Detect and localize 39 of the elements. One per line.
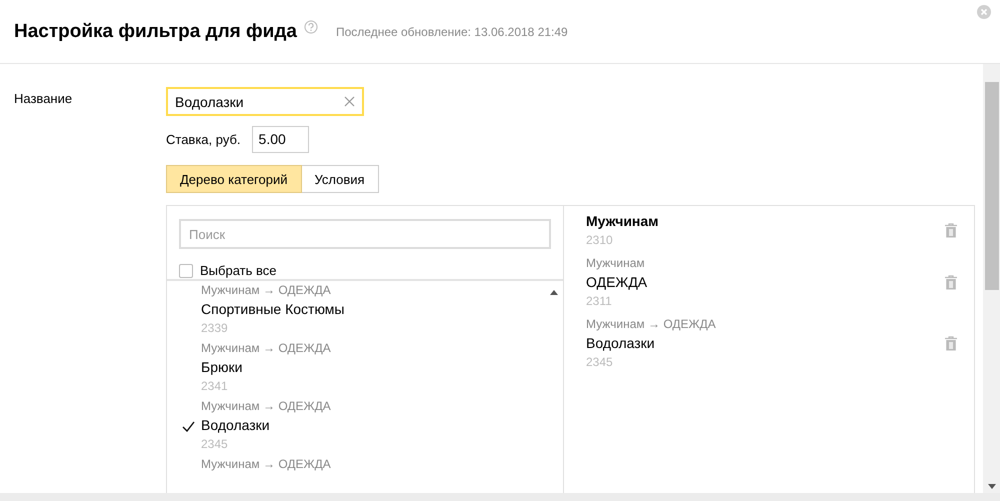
checkbox-label: Выбрать все — [200, 263, 276, 278]
close-icon[interactable] — [977, 5, 991, 19]
category-name[interactable]: Водолазки — [201, 415, 331, 435]
scroll-up-icon[interactable] — [550, 290, 558, 295]
category-path: Мужчинам — [586, 255, 646, 272]
category-name[interactable]: Брюки — [201, 357, 331, 377]
category-path: Мужчинам → ОДЕЖДА — [201, 282, 332, 299]
category-path: Мужчинам → ОДЕЖДА — [201, 456, 331, 473]
tab[interactable]: Дерево категорий — [166, 165, 302, 193]
clear-icon[interactable] — [344, 96, 355, 107]
checkbox[interactable] — [179, 264, 193, 278]
category-path: Мужчинам → ОДЕЖДА — [586, 316, 716, 333]
check-icon[interactable] — [182, 421, 195, 432]
category-id: 2345 — [201, 436, 229, 453]
category-path: Мужчинам → ОДЕЖДА — [201, 398, 331, 415]
category-path: Мужчинам → ОДЕЖДА — [201, 340, 331, 357]
category-name: Водолазки — [586, 334, 656, 353]
name-input-field[interactable]: Водолазки — [166, 87, 364, 116]
category-name: ОДЕЖДА — [586, 273, 648, 292]
scroll-down-icon[interactable] — [988, 484, 996, 489]
trash-icon[interactable] — [945, 336, 957, 350]
dialog-title: Настройка фильтра для фида — [14, 20, 297, 42]
category-id: 2311 — [586, 293, 613, 310]
rate-label: Ставка, руб. — [166, 132, 241, 147]
scrollbar-thumb[interactable] — [984, 82, 998, 290]
category-name: Мужчинам — [586, 212, 659, 231]
help-icon[interactable] — [304, 20, 318, 34]
category-id: 2339 — [201, 320, 229, 337]
category-name[interactable]: Спортивные Костюмы — [201, 299, 344, 319]
field-label: Название — [13, 90, 74, 108]
scrollbar[interactable] — [983, 64, 1000, 493]
category-id: 2341 — [201, 378, 229, 395]
category-id: 2310 — [586, 232, 614, 249]
last-updated-text: Последнее обновление: 13.06.2018 21:49 — [336, 24, 568, 38]
tab[interactable]: Условия — [302, 165, 379, 193]
category-id: 2345 — [586, 354, 614, 371]
trash-icon[interactable] — [945, 274, 957, 290]
trash-icon[interactable] — [945, 222, 957, 238]
rate-input-field[interactable]: 5.00 — [252, 126, 309, 153]
